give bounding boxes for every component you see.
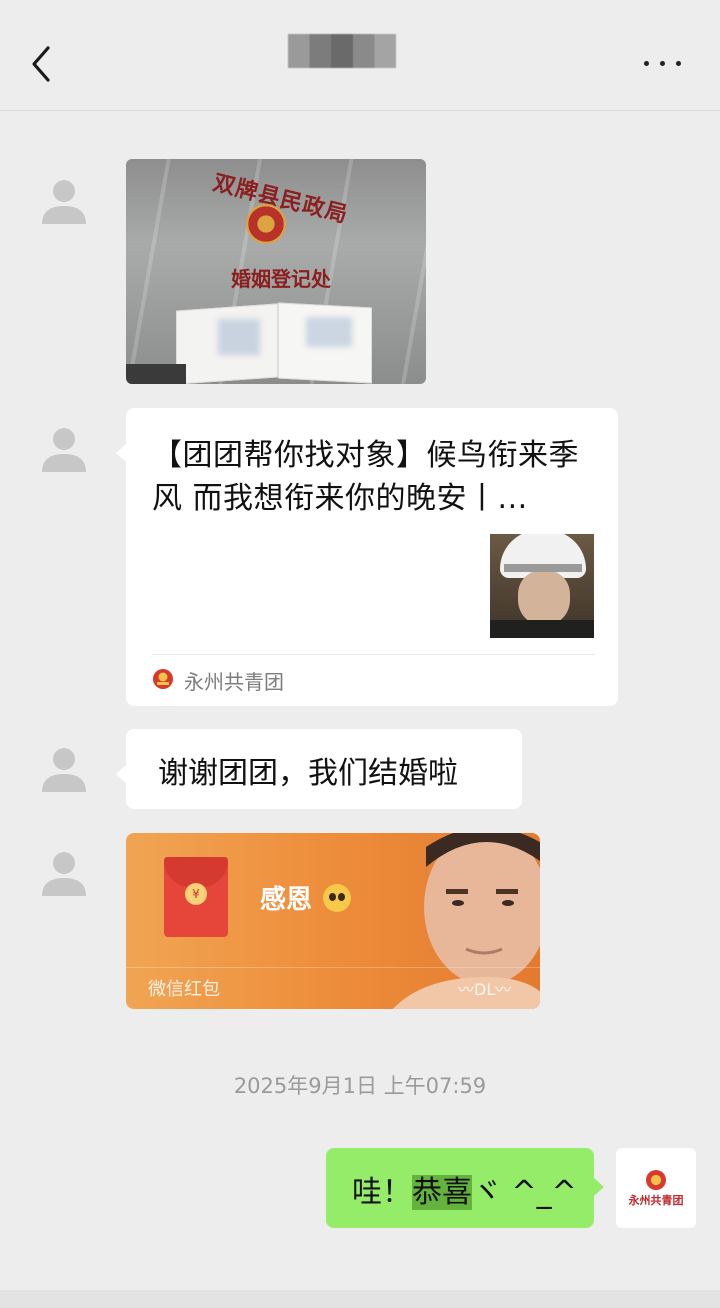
input-bar-edge bbox=[0, 1290, 720, 1308]
more-button[interactable] bbox=[640, 52, 686, 72]
article-source: 永州共青团 bbox=[184, 670, 284, 694]
coin-icon: ¥ bbox=[185, 883, 207, 905]
message-text: 谢谢团团，我们结婚啦 bbox=[158, 756, 458, 791]
contact-avatar[interactable] bbox=[38, 174, 90, 226]
national-emblem-icon bbox=[246, 204, 286, 244]
redacted-area bbox=[218, 319, 260, 355]
outgoing-highlight: 恭喜 bbox=[412, 1175, 472, 1210]
back-button[interactable] bbox=[28, 44, 58, 84]
cover-watermark: 〰DL〰 bbox=[458, 980, 512, 999]
default-avatar-icon bbox=[42, 180, 86, 224]
photo-message[interactable]: 双牌县民政局 婚姻登记处 bbox=[126, 159, 426, 384]
photo-sign-bottom: 婚姻登记处 bbox=[231, 267, 331, 291]
contact-avatar[interactable] bbox=[38, 742, 90, 794]
timestamp: 2025年9月1日 上午07:59 bbox=[233, 1074, 487, 1098]
default-avatar-icon bbox=[42, 428, 86, 472]
chevron-left-icon bbox=[32, 46, 50, 82]
chat-header bbox=[0, 0, 720, 111]
red-packet-greeting: 感恩 bbox=[260, 885, 313, 915]
article-title: 【团团帮你找对象】候鸟衔来季风 而我想衔来你的晚安丨... bbox=[152, 438, 579, 516]
contact-avatar[interactable] bbox=[38, 422, 90, 474]
outgoing-message[interactable]: 哇！恭喜ヾ ^_^ bbox=[326, 1148, 604, 1228]
red-envelope-icon: ¥ bbox=[164, 857, 228, 937]
pleading-face-emoji-icon bbox=[323, 884, 351, 912]
red-packet-message[interactable]: ¥ 感恩 微信红包 〰DL〰 bbox=[126, 833, 540, 1009]
article-thumbnail bbox=[490, 534, 594, 638]
youth-league-logo-icon bbox=[153, 669, 173, 689]
self-avatar[interactable]: 永州共青团 bbox=[616, 1148, 696, 1228]
divider bbox=[126, 967, 540, 968]
article-card-message[interactable]: 【团团帮你找对象】候鸟衔来季风 而我想衔来你的晚安丨... 永州共青团 bbox=[116, 408, 618, 706]
outgoing-suffix: ヾ ^_^ bbox=[472, 1175, 577, 1210]
more-dots-icon bbox=[644, 61, 649, 66]
outgoing-prefix: 哇！ bbox=[352, 1175, 412, 1210]
chat-title-redacted bbox=[288, 34, 396, 68]
red-packet-label: 微信红包 bbox=[148, 979, 220, 1000]
outgoing-message-text: 哇！恭喜ヾ ^_^ bbox=[352, 1167, 577, 1211]
self-avatar-text: 永州共青团 bbox=[628, 1194, 684, 1207]
contact-avatar[interactable] bbox=[38, 846, 90, 898]
default-avatar-icon bbox=[42, 748, 86, 792]
default-avatar-icon bbox=[42, 852, 86, 896]
youth-league-logo-icon bbox=[646, 1170, 666, 1190]
redacted-area bbox=[306, 317, 352, 347]
divider bbox=[152, 654, 594, 655]
text-message[interactable]: 谢谢团团，我们结婚啦 bbox=[116, 729, 522, 809]
